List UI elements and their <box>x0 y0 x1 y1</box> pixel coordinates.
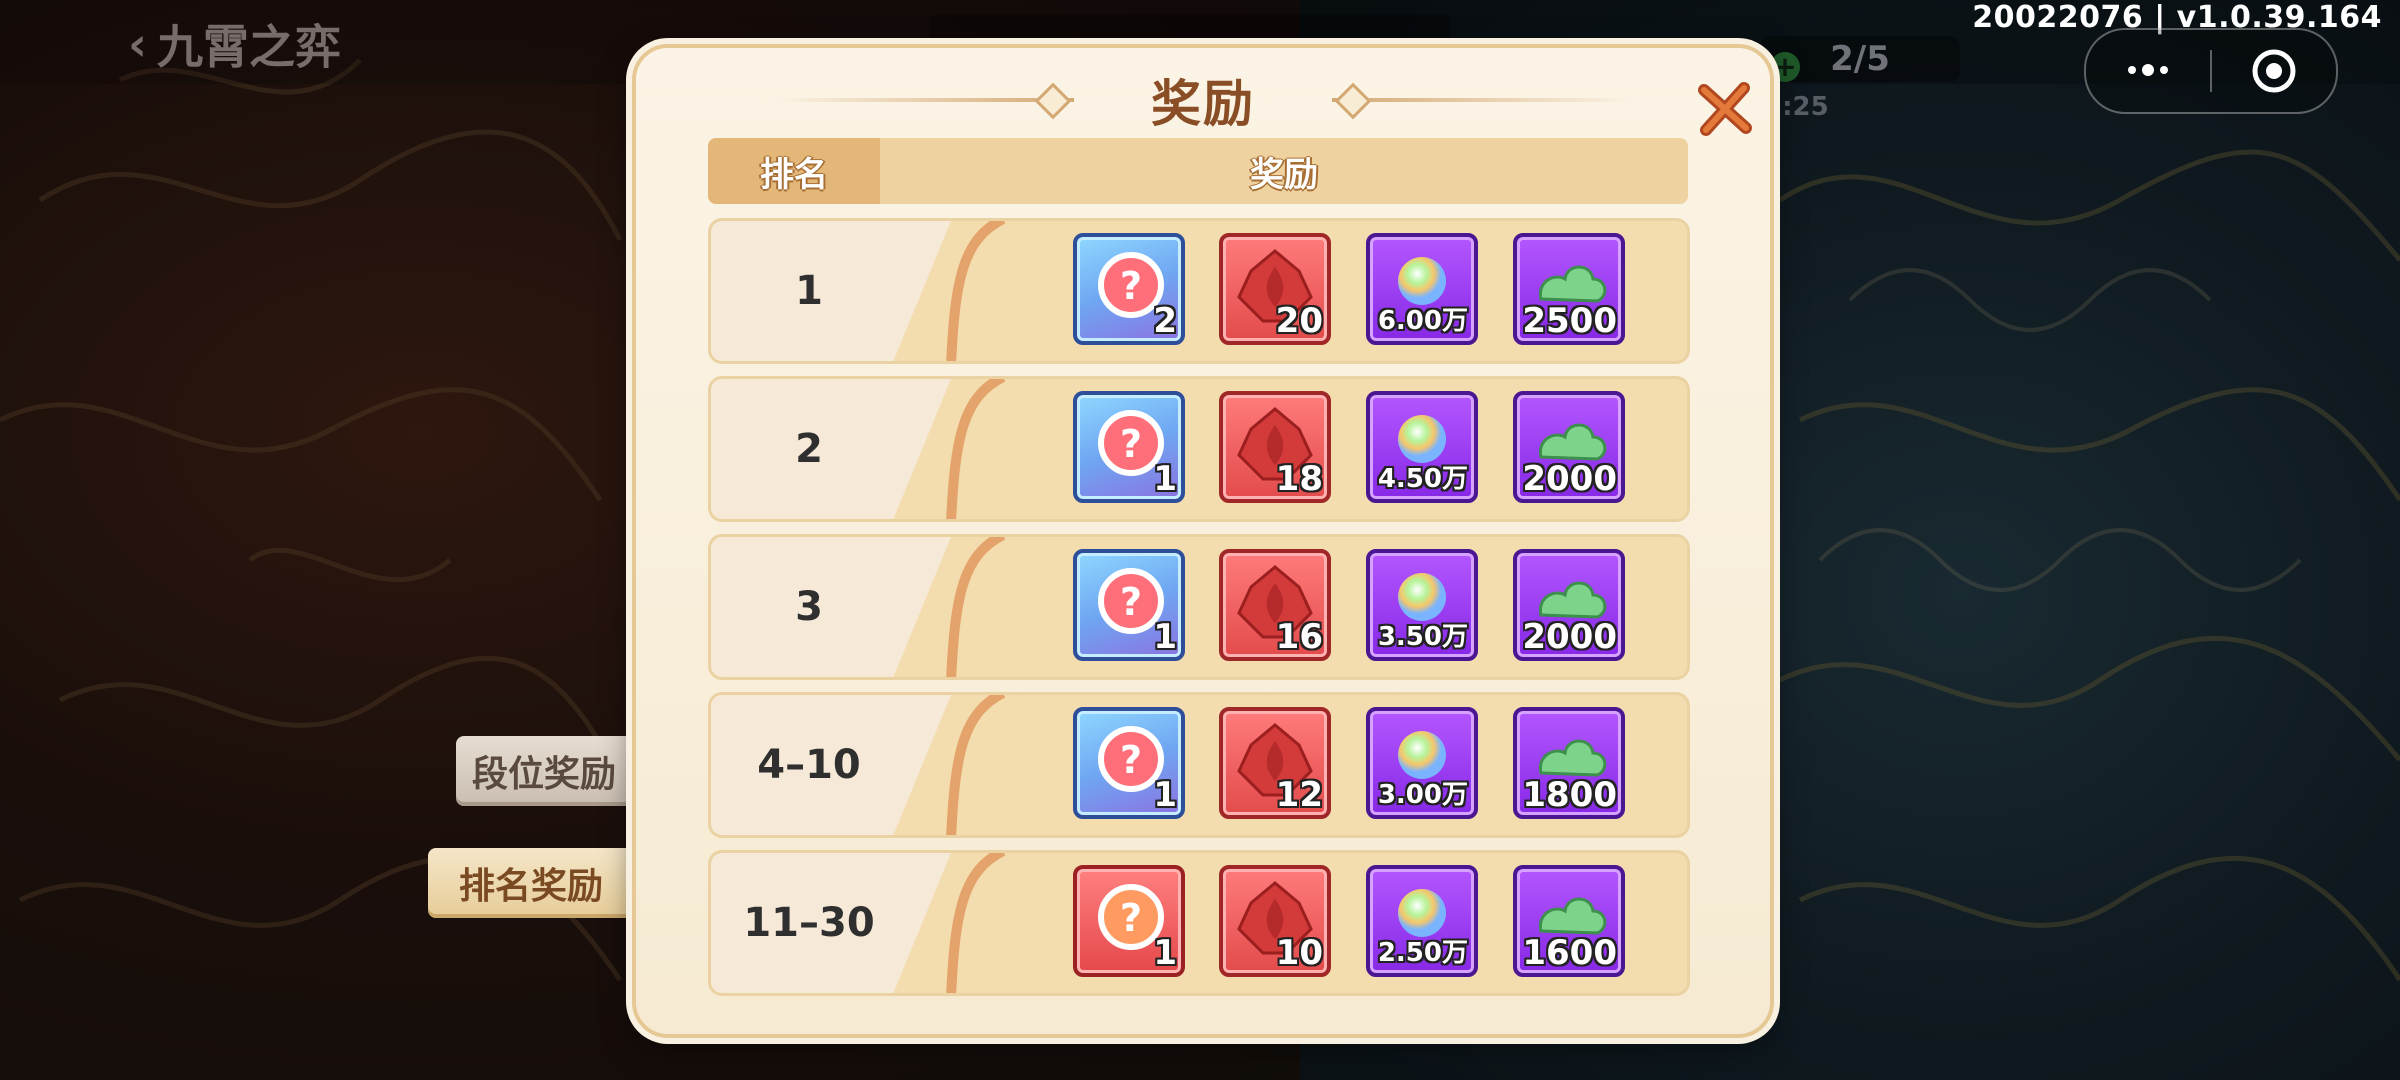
rainbow-orb-item[interactable]: 3.50万 <box>1366 549 1478 661</box>
rank-label: 2 <box>795 426 823 472</box>
mystery-orb-item[interactable]: ? 1 <box>1073 549 1185 661</box>
rewards-panel: 奖励 排名 奖励 1 ? 2 20 6.00万 2500 2 ? 1 18 4.… <box>632 44 1774 1038</box>
row-swoosh <box>946 853 1006 993</box>
red-crest-item[interactable]: 12 <box>1219 707 1331 819</box>
rank-label: 11–30 <box>743 900 875 946</box>
svg-text:?: ? <box>1120 580 1142 624</box>
green-cloud-item[interactable]: 1800 <box>1513 707 1625 819</box>
back-button[interactable]: ‹ 九霄之弈 <box>128 14 341 74</box>
chevron-left-icon: ‹ <box>128 17 147 71</box>
mystery-orb-item[interactable]: ? 1 <box>1073 865 1185 977</box>
more-dots-icon[interactable] <box>2118 52 2178 88</box>
tab-ranking-rewards[interactable]: 排名奖励 <box>428 848 634 918</box>
red-crest-item[interactable]: 10 <box>1219 865 1331 977</box>
green-cloud-item[interactable]: 1600 <box>1513 865 1625 977</box>
panel-title: 奖励 <box>1151 75 1255 133</box>
table-row: 1 ? 2 20 6.00万 2500 <box>708 218 1690 364</box>
table-row: 11–30 ? 1 10 2.50万 1600 <box>708 850 1690 996</box>
rainbow-orb-item[interactable]: 3.00万 <box>1366 707 1478 819</box>
green-cloud-item[interactable]: 2500 <box>1513 233 1625 345</box>
capsule-divider <box>2210 50 2212 92</box>
row-swoosh <box>946 221 1006 361</box>
svg-text:?: ? <box>1120 896 1142 940</box>
green-cloud-item[interactable]: 2000 <box>1513 391 1625 503</box>
red-crest-item[interactable]: 20 <box>1219 233 1331 345</box>
table-row: 2 ? 1 18 4.50万 2000 <box>708 376 1690 522</box>
row-swoosh <box>946 695 1006 835</box>
header-rank: 排名 <box>708 138 880 204</box>
mini-program-capsule <box>2084 28 2338 114</box>
header-reward: 奖励 <box>1250 154 1318 195</box>
svg-text:?: ? <box>1120 422 1142 466</box>
table-row: 3 ? 1 16 3.50万 2000 <box>708 534 1690 680</box>
red-crest-item[interactable]: 18 <box>1219 391 1331 503</box>
svg-text:?: ? <box>1120 738 1142 782</box>
close-target-icon[interactable] <box>2250 47 2298 95</box>
rank-label: 4–10 <box>757 742 861 788</box>
table-row: 4–10 ? 1 12 3.00万 1800 <box>708 692 1690 838</box>
mystery-orb-item[interactable]: ? 2 <box>1073 233 1185 345</box>
tab-tier-rewards[interactable]: 段位奖励 <box>456 736 632 806</box>
rainbow-orb-item[interactable]: 2.50万 <box>1366 865 1478 977</box>
row-swoosh <box>946 537 1006 677</box>
red-crest-item[interactable]: 16 <box>1219 549 1331 661</box>
rainbow-orb-item[interactable]: 6.00万 <box>1366 233 1478 345</box>
green-cloud-item[interactable]: 2000 <box>1513 549 1625 661</box>
table-header: 排名 奖励 <box>708 138 1688 204</box>
close-icon[interactable] <box>1690 74 1760 144</box>
rainbow-orb-item[interactable]: 4.50万 <box>1366 391 1478 503</box>
svg-text:?: ? <box>1120 264 1142 308</box>
row-swoosh <box>946 379 1006 519</box>
back-title: 九霄之弈 <box>156 20 341 74</box>
plus-icon[interactable]: + <box>1770 52 1800 82</box>
mystery-orb-item[interactable]: ? 1 <box>1073 391 1185 503</box>
mystery-orb-item[interactable]: ? 1 <box>1073 707 1185 819</box>
rank-label: 1 <box>795 268 823 314</box>
rank-label: 3 <box>795 584 823 630</box>
